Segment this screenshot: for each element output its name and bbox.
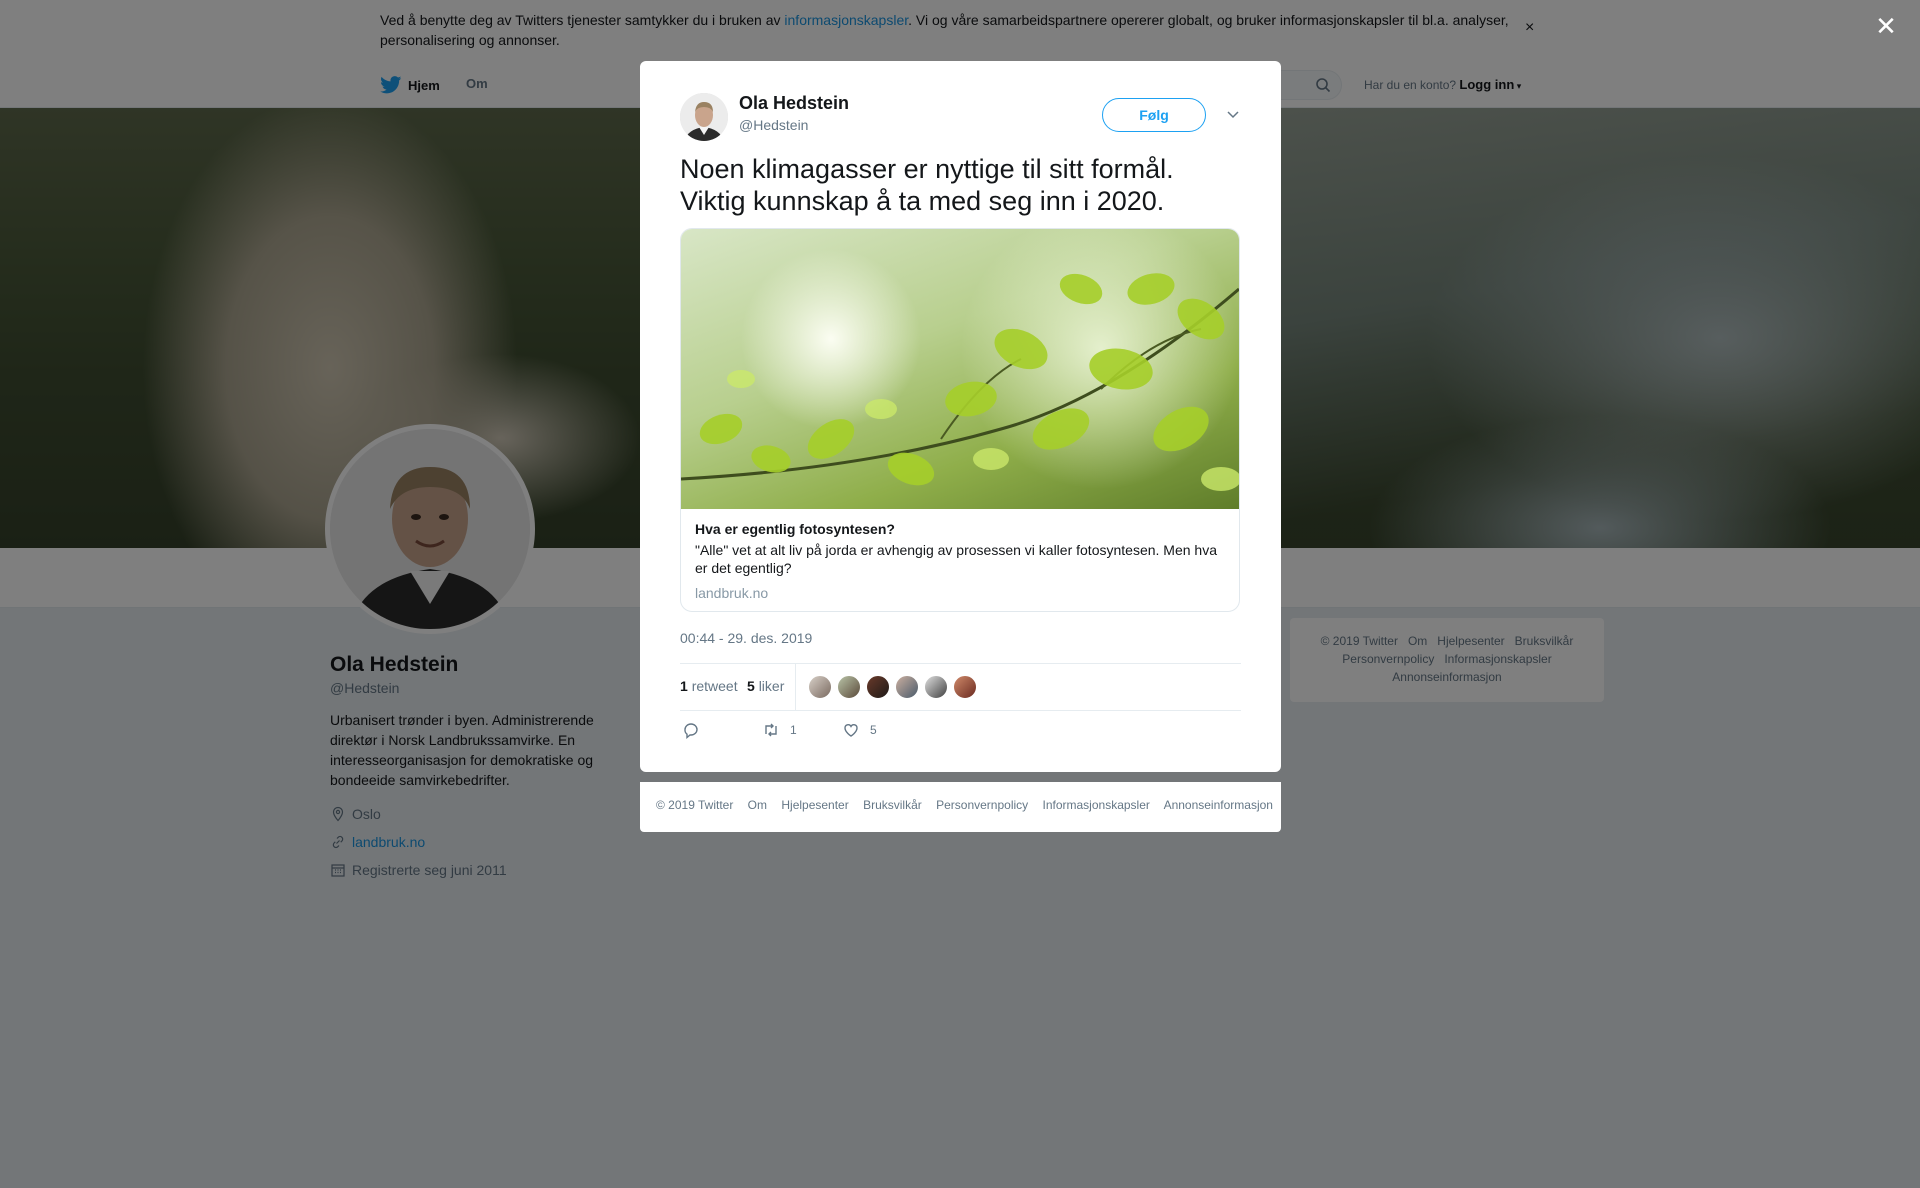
liker-avatar[interactable] [837,675,861,699]
tweet-modal: Ola Hedstein @Hedstein Følg Noen klimaga… [640,61,1281,772]
like-stat-label: liker [758,678,785,694]
retweet-count: 1 [680,678,688,694]
like-count: 5 [747,678,755,694]
retweet-stat-label: retweet [691,678,738,694]
tweet-author-portrait [680,93,728,141]
tweet-timestamp[interactable]: 00:44 - 29. des. 2019 [680,630,812,646]
link-card-image [681,229,1239,509]
chevron-down-icon[interactable] [1224,105,1242,123]
link-card-domain: landbruk.no [695,585,769,601]
retweet-icon [765,723,777,737]
leaves-illustration [681,273,1239,491]
modal-footer-privacy[interactable]: Personvernpolicy [936,798,1028,812]
retweet-stat[interactable]: 1 retweet [680,678,738,694]
like-button[interactable]: 5 [842,721,877,739]
liker-avatar[interactable] [866,675,890,699]
retweet-action-count: 1 [790,723,797,737]
tweet-author-name[interactable]: Ola Hedstein [739,93,849,114]
reply-button[interactable] [682,721,700,739]
link-card-description: "Alle" vet at alt liv på jorda er avheng… [695,542,1217,576]
link-card-title: Hva er egentlig fotosyntesen? [695,521,895,537]
modal-footer-help[interactable]: Hjelpesenter [781,798,848,812]
close-icon[interactable]: ✕ [1872,12,1900,40]
follow-button[interactable]: Følg [1102,98,1206,132]
link-card[interactable]: Hva er egentlig fotosyntesen? "Alle" vet… [680,228,1240,612]
liker-avatar[interactable] [895,675,919,699]
like-action-count: 5 [870,723,877,737]
heart-icon [844,724,858,737]
tweet-author-avatar[interactable] [680,93,728,141]
modal-footer-ads[interactable]: Annonseinformasjon [1164,798,1273,812]
like-stat[interactable]: 5 liker [747,678,784,694]
modal-footer-terms[interactable]: Bruksvilkår [863,798,922,812]
modal-footer-about[interactable]: Om [748,798,767,812]
liker-avatar[interactable] [953,675,977,699]
liker-avatar[interactable] [808,675,832,699]
tweet-text: Noen klimagasser er nyttige til sitt for… [680,154,1174,216]
modal-footer: © 2019 Twitter Om Hjelpesenter Bruksvilk… [640,782,1281,832]
tweet-author-handle[interactable]: @Hedstein [739,117,808,133]
modal-footer-copyright: © 2019 Twitter [656,798,734,812]
retweet-button[interactable]: 1 [762,721,797,739]
modal-footer-cookies[interactable]: Informasjonskapsler [1043,798,1150,812]
tweet-stats: 1 retweet 5 liker [680,663,1241,711]
reply-icon [684,723,698,739]
liker-avatar[interactable] [924,675,948,699]
stats-divider [795,664,796,710]
